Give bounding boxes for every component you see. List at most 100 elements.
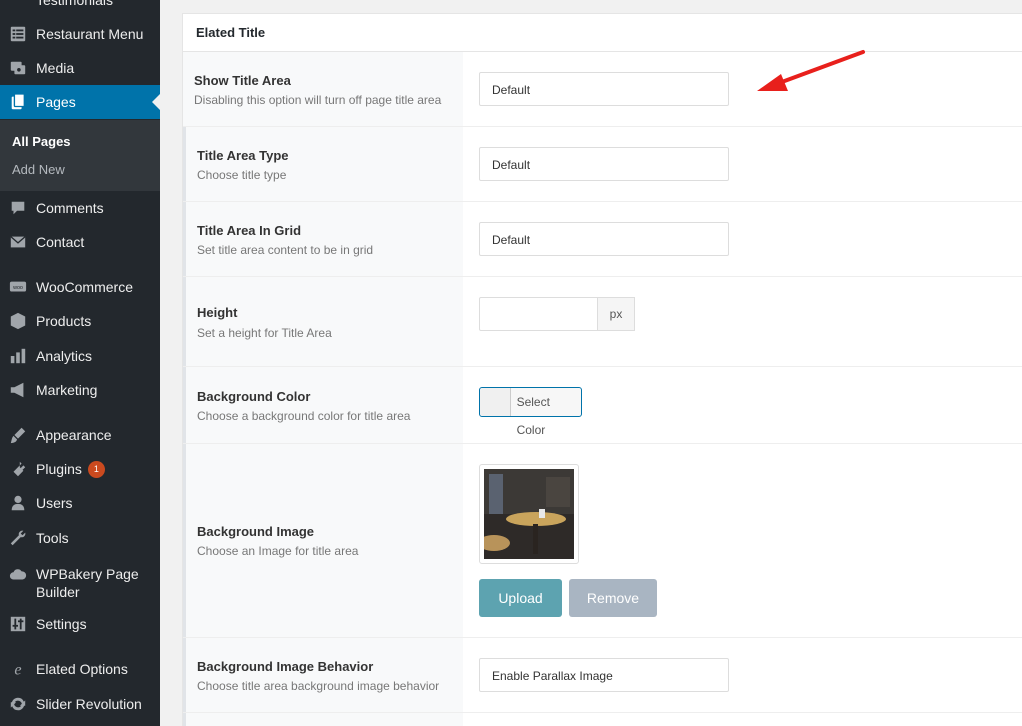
menu-label: Pages [36, 94, 76, 110]
menu-woocommerce[interactable]: woo WooCommerce [0, 270, 160, 304]
restaurant-photo [478, 469, 574, 559]
menu-label: Comments [36, 200, 104, 216]
svg-text:e: e [14, 660, 21, 678]
color-swatch [480, 388, 511, 416]
submenu-add-new[interactable]: Add New [12, 162, 65, 177]
option-background-image: Background Image Choose an Image for tit… [183, 444, 1022, 638]
woocommerce-icon: woo [8, 277, 28, 297]
menu-label: WPBakery Page [36, 566, 139, 582]
megaphone-icon [8, 380, 28, 400]
menu-analytics[interactable]: Analytics [0, 339, 160, 373]
menu-label: WooCommerce [36, 279, 133, 295]
menu-tools[interactable]: Tools [0, 521, 160, 555]
envelope-icon [8, 232, 28, 252]
label-column: Show Title Area Disabling this option wi… [183, 52, 463, 126]
label-column: Height Set a height for Title Area [183, 277, 463, 366]
menu-restaurant-menu[interactable]: Restaurant Menu [0, 17, 160, 51]
option-background-image-behavior: Background Image Behavior Choose title a… [183, 638, 1022, 713]
upload-button[interactable]: Upload [479, 579, 562, 617]
title-area-in-grid-select[interactable]: Default [479, 222, 729, 256]
elated-logo-icon: e [8, 659, 28, 679]
menu-label-wrap: WPBakery Page Builder [36, 565, 139, 601]
menu-label: Contact [36, 234, 85, 250]
plugins-update-badge: 1 [87, 460, 105, 478]
wrench-icon [8, 528, 28, 548]
wpbakery-cloud-icon [8, 565, 28, 585]
menu-label: Plugins [36, 461, 82, 477]
option-title: Background Image Behavior [197, 659, 374, 674]
menu-label: Media [36, 60, 75, 76]
background-image-behavior-select[interactable]: Enable Parallax Image [479, 658, 729, 692]
title-area-type-select[interactable]: Default [479, 147, 729, 181]
menu-label: Testimonials [36, 0, 114, 8]
svg-text:woo: woo [12, 285, 23, 291]
menu-label: Elated Options [36, 661, 128, 677]
option-title: Height [197, 305, 238, 320]
box-icon [8, 311, 28, 331]
menu-label: Tools [36, 530, 69, 546]
select-color-button[interactable]: Select Color [479, 387, 582, 437]
label-column: Background Color Choose a background col… [183, 367, 463, 443]
option-title: Background Image [197, 524, 315, 539]
show-title-area-select[interactable]: Default [479, 72, 729, 106]
pages-submenu: All Pages Add New [0, 120, 160, 191]
menu-pages[interactable]: Pages [0, 85, 160, 119]
option-description: Set title area content to be in grid [197, 243, 374, 257]
option-description: Choose a background color for title area [197, 409, 411, 423]
option-description: Choose an Image for title area [197, 544, 359, 558]
menu-appearance[interactable]: Appearance [0, 418, 160, 452]
label-column: Background Image Choose an Image for tit… [183, 444, 463, 637]
menu-slider-revolution[interactable]: Slider Revolution [0, 687, 160, 721]
admin-sidebar: Testimonials Restaurant Menu Media Pages… [0, 0, 160, 726]
option-background-color: Background Color Choose a background col… [183, 367, 1022, 444]
label-column [183, 713, 463, 726]
label-column: Title Area In Grid Set title area conten… [183, 202, 463, 276]
menu-settings[interactable]: Settings [0, 607, 160, 641]
plug-icon [8, 459, 28, 479]
option-description: Set a height for Title Area [197, 326, 332, 340]
menu-label: Users [36, 495, 73, 511]
menu-users[interactable]: Users [0, 486, 160, 520]
option-height: Height Set a height for Title Area px [183, 277, 1022, 367]
sliders-icon [8, 614, 28, 634]
option-description: Disabling this option will turn off page… [194, 93, 442, 107]
option-title: Background Color [197, 389, 311, 404]
menu-testimonials[interactable]: Testimonials [0, 0, 160, 17]
label-column: Title Area Type Choose title type [183, 127, 463, 201]
menu-marketing[interactable]: Marketing [0, 373, 160, 407]
menu-label: Builder [36, 584, 80, 600]
option-next-partial [183, 713, 1022, 726]
label-column: Background Image Behavior Choose title a… [183, 638, 463, 712]
list-icon [8, 24, 28, 44]
menu-products[interactable]: Products [0, 304, 160, 338]
menu-elated-options[interactable]: e Elated Options [0, 652, 160, 686]
testimonial-icon [8, 0, 28, 10]
red-arrow-annotation [757, 50, 865, 91]
menu-plugins[interactable]: Plugins 1 [0, 452, 160, 486]
option-title-area-type: Title Area Type Choose title type Defaul… [183, 127, 1022, 202]
bar-chart-icon [8, 346, 28, 366]
user-icon [8, 493, 28, 513]
refresh-icon [8, 694, 28, 714]
menu-media[interactable]: Media [0, 51, 160, 85]
remove-button[interactable]: Remove [569, 579, 657, 617]
background-image-thumbnail[interactable] [478, 464, 579, 564]
option-title: Title Area Type [197, 148, 289, 163]
px-unit-addon: px [597, 297, 635, 331]
menu-wpbakery[interactable]: WPBakery Page Builder [0, 563, 160, 603]
menu-label: Marketing [36, 382, 98, 398]
option-description: Choose title area background image behav… [197, 679, 440, 693]
menu-label: Slider Revolution [36, 696, 142, 712]
menu-label: Analytics [36, 348, 93, 364]
option-description: Choose title type [197, 168, 287, 182]
option-title: Show Title Area [194, 73, 291, 88]
option-title-area-in-grid: Title Area In Grid Set title area conten… [183, 202, 1022, 277]
menu-contact[interactable]: Contact [0, 225, 160, 259]
paintbrush-icon [8, 425, 28, 445]
menu-label: Products [36, 313, 92, 329]
panel-title: Elated Title [183, 14, 1022, 52]
comment-icon [8, 198, 28, 218]
menu-comments[interactable]: Comments [0, 191, 160, 225]
submenu-all-pages[interactable]: All Pages [12, 134, 71, 149]
elated-title-panel: Elated Title Show Title Area Disabling t… [182, 13, 1022, 726]
